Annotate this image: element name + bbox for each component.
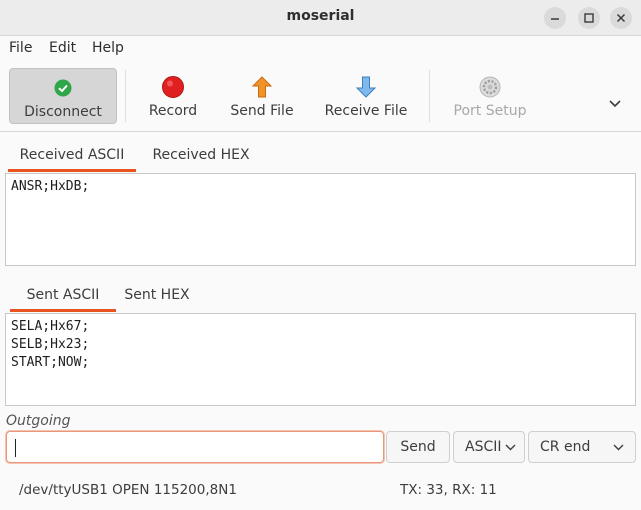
minimize-icon (551, 18, 559, 20)
sent-text-area[interactable]: SELA;Hx67; SELB;Hx23; START;NOW; (5, 313, 636, 406)
maximize-button[interactable] (578, 7, 600, 29)
received-line: ANSR;HxDB; (11, 179, 90, 194)
tab-received-hex[interactable]: Received HEX (142, 138, 260, 172)
minimize-button[interactable] (544, 7, 566, 29)
port-setup-button[interactable]: Port Setup (446, 68, 534, 124)
sent-line: SELA;Hx67; (11, 319, 90, 334)
download-arrow-icon (355, 76, 377, 98)
port-setup-label: Port Setup (453, 103, 527, 119)
menu-help[interactable]: Help (92, 40, 124, 56)
send-button[interactable]: Send (386, 431, 450, 463)
upload-arrow-icon (251, 76, 273, 98)
receive-file-label: Receive File (324, 103, 408, 119)
outgoing-input[interactable] (6, 431, 384, 463)
close-button[interactable] (610, 7, 632, 29)
toolbar: Disconnect Record Send File Receive File… (0, 62, 641, 132)
received-text-area[interactable]: ANSR;HxDB; (5, 173, 636, 266)
received-tabs: Received ASCII Received HEX (4, 138, 636, 172)
line-end-select[interactable]: CR end (528, 431, 636, 463)
toolbar-separator (429, 70, 430, 122)
menu-file[interactable]: File (9, 40, 32, 56)
record-icon (162, 76, 184, 98)
sent-tabs: Sent ASCII Sent HEX (4, 278, 636, 312)
record-button[interactable]: Record (138, 68, 208, 124)
encoding-select[interactable]: ASCII (453, 431, 525, 463)
connected-check-icon (54, 79, 72, 97)
record-label: Record (148, 103, 198, 119)
send-file-label: Send File (230, 103, 294, 119)
maximize-icon (584, 13, 594, 23)
send-file-button[interactable]: Send File (222, 68, 302, 124)
encoding-value: ASCII (465, 439, 502, 455)
tx-rx-counts: TX: 33, RX: 11 (400, 482, 497, 498)
sent-line: SELB;Hx23; (11, 337, 90, 352)
toolbar-overflow-button[interactable] (600, 68, 630, 124)
outgoing-label: Outgoing (6, 413, 71, 429)
line-end-value: CR end (540, 439, 591, 455)
tab-sent-ascii[interactable]: Sent ASCII (10, 278, 116, 312)
port-status: /dev/ttyUSB1 OPEN 115200,8N1 (19, 482, 237, 498)
disconnect-button[interactable]: Disconnect (9, 68, 117, 124)
menu-bar: File Edit Help (0, 36, 641, 62)
chevron-down-icon (609, 100, 621, 108)
close-icon (616, 13, 626, 23)
receive-file-button[interactable]: Receive File (318, 68, 414, 124)
sent-line: START;NOW; (11, 355, 90, 370)
toolbar-separator (125, 70, 126, 122)
send-label: Send (400, 439, 436, 455)
menu-edit[interactable]: Edit (49, 40, 76, 56)
status-bar: /dev/ttyUSB1 OPEN 115200,8N1 TX: 33, RX:… (0, 470, 641, 510)
disconnect-label: Disconnect (24, 104, 102, 120)
chevron-down-icon (505, 432, 516, 474)
tab-received-ascii[interactable]: Received ASCII (8, 138, 136, 172)
tab-sent-hex[interactable]: Sent HEX (118, 278, 196, 312)
gear-icon (479, 76, 501, 98)
title-bar: moserial (0, 0, 641, 36)
chevron-down-icon (613, 432, 624, 474)
text-caret (15, 439, 16, 457)
